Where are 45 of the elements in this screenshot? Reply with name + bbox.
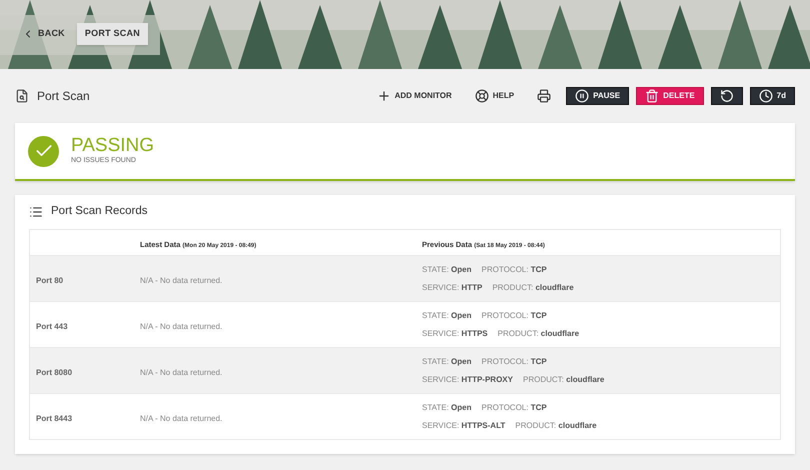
report-icon: [15, 89, 29, 103]
back-button[interactable]: BACK: [14, 23, 73, 45]
latest-data: N/A - No data returned.: [140, 414, 222, 422]
pause-icon: [575, 89, 590, 103]
scan-field: PROTOCOL: TCP: [482, 310, 547, 322]
port-label: Port 8443: [36, 414, 72, 422]
scan-field: PRODUCT: cloudflare: [515, 420, 597, 432]
scan-field: PROTOCOL: TCP: [482, 264, 547, 276]
help-icon: [474, 89, 489, 103]
scan-field: PROTOCOL: TCP: [482, 356, 547, 368]
scan-field: SERVICE: HTTPS-ALT: [422, 420, 506, 432]
records-title: Port Scan Records: [51, 204, 148, 220]
trash-icon: [645, 89, 660, 103]
check-icon: [28, 136, 59, 166]
scan-field: STATE: Open: [422, 402, 472, 414]
scan-field: SERVICE: HTTP: [422, 282, 482, 294]
scan-field: SERVICE: HTTPS: [422, 328, 488, 340]
port-label: Port 8080: [36, 368, 72, 376]
refresh-button[interactable]: [710, 87, 743, 105]
scan-field: SERVICE: HTTP-PROXY: [422, 374, 513, 386]
scan-field: STATE: Open: [422, 356, 472, 368]
pause-button[interactable]: PAUSE: [566, 87, 630, 105]
list-icon: [29, 205, 43, 219]
port-label: Port 443: [36, 322, 68, 330]
help-button[interactable]: HELP: [466, 87, 522, 105]
latest-data: N/A - No data returned.: [140, 276, 222, 284]
latest-data: N/A - No data returned.: [140, 322, 222, 330]
status-title: PASSING: [71, 136, 154, 156]
plus-button[interactable]: ADD MONITOR: [368, 87, 460, 105]
scan-field: PRODUCT: cloudflare: [498, 328, 580, 340]
scan-field: STATE: Open: [422, 264, 472, 276]
refresh-icon: [720, 89, 734, 103]
clock-button[interactable]: 7d: [750, 87, 795, 105]
plus-icon: [376, 89, 391, 103]
clock-icon: [758, 89, 773, 103]
latest-data: N/A - No data returned.: [140, 368, 222, 376]
scan-field: STATE: Open: [422, 310, 472, 322]
scan-field: PRODUCT: cloudflare: [522, 374, 604, 386]
page-title: Port Scan: [37, 88, 90, 105]
scan-field: PROTOCOL: TCP: [482, 402, 547, 414]
scan-field: PRODUCT: cloudflare: [492, 282, 574, 294]
breadcrumb-tab[interactable]: PORT SCAN: [76, 23, 148, 45]
printer-icon: [537, 89, 552, 103]
port-label: Port 80: [36, 276, 64, 284]
delete-button[interactable]: DELETE: [636, 87, 704, 105]
